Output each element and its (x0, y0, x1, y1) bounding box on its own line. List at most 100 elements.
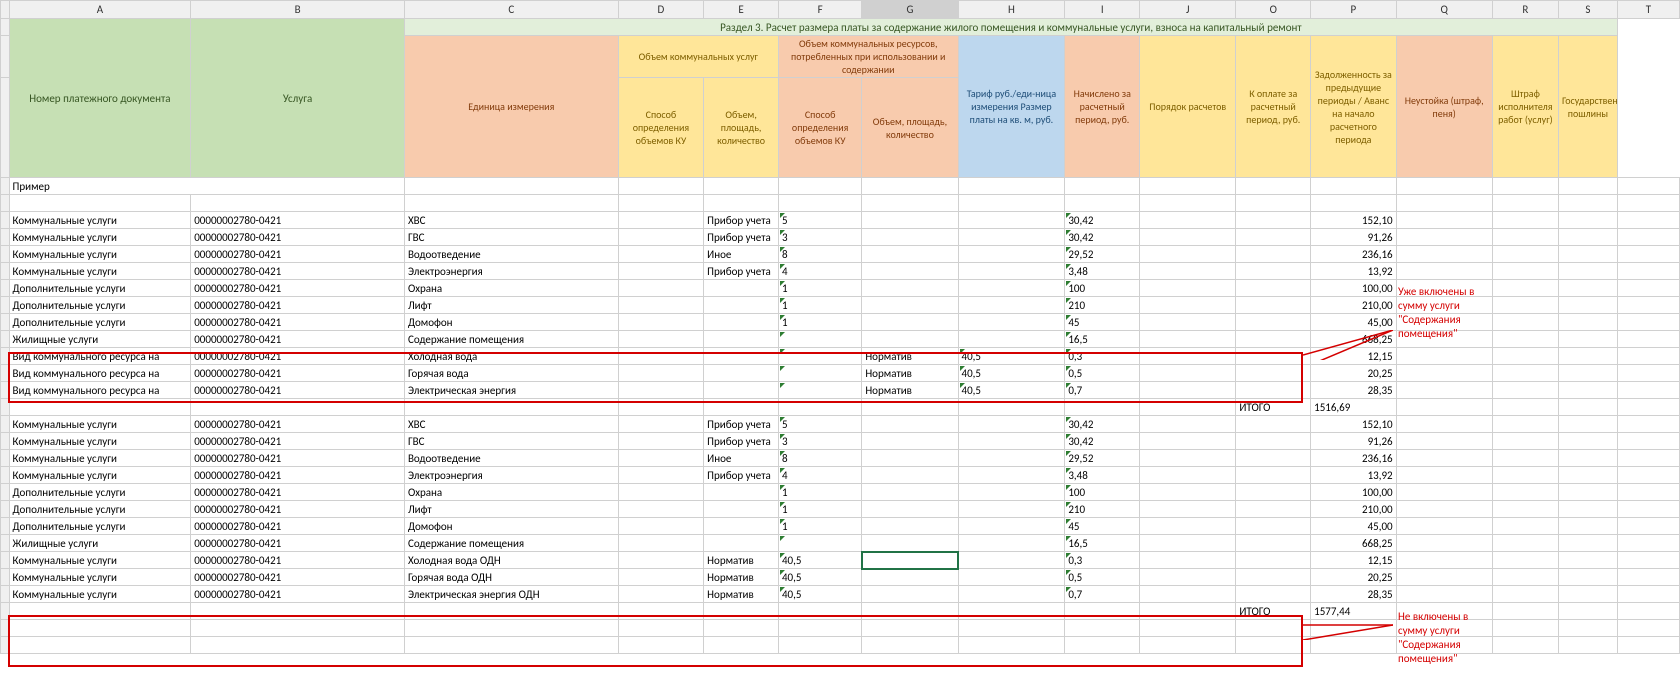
cell-tariff[interactable]: 0,5 (1065, 365, 1140, 382)
cell-tariff[interactable]: 0,5 (1065, 569, 1140, 586)
cell-vol[interactable]: 5 (778, 416, 861, 433)
cell-tariff[interactable]: 29,52 (1065, 246, 1140, 263)
row-header[interactable] (1, 501, 10, 518)
cell-method[interactable] (704, 365, 779, 382)
cell-vol-kr[interactable] (958, 569, 1065, 586)
cell-order[interactable] (1236, 280, 1311, 297)
row-header[interactable] (1, 467, 10, 484)
table-row[interactable]: Коммунальные услуги00000002780-0421ХВСПр… (1, 416, 1680, 433)
cell-unit[interactable] (618, 416, 703, 433)
cell-service[interactable]: Содержание помещения (404, 535, 618, 552)
cell-tariff[interactable]: 3,48 (1065, 263, 1140, 280)
cell-category[interactable]: Коммунальные услуги (9, 263, 191, 280)
cell-doc[interactable]: 00000002780-0421 (191, 484, 405, 501)
cell-service[interactable]: Содержание помещения (404, 331, 618, 348)
col-header[interactable]: G (862, 1, 958, 19)
cell-method-kr[interactable] (862, 416, 958, 433)
cell-method-kr[interactable] (862, 501, 958, 518)
cell-unit[interactable] (618, 280, 703, 297)
cell-unit[interactable] (618, 518, 703, 535)
cell-method[interactable] (704, 518, 779, 535)
cell-doc[interactable]: 00000002780-0421 (191, 535, 405, 552)
total-label[interactable]: ИТОГО (1236, 603, 1311, 620)
row-header[interactable] (1, 36, 10, 78)
table-row[interactable]: Коммунальные услуги00000002780-0421Водоо… (1, 246, 1680, 263)
cell-vol[interactable]: 5 (778, 212, 861, 229)
cell-doc[interactable]: 00000002780-0421 (191, 348, 405, 365)
cell-vol-kr[interactable] (958, 314, 1065, 331)
table-row[interactable]: Коммунальные услуги00000002780-0421Горяч… (1, 569, 1680, 586)
cell-vol[interactable] (778, 365, 861, 382)
cell-vol[interactable]: 4 (778, 263, 861, 280)
cell-accrued[interactable] (1140, 331, 1236, 348)
cell-pay[interactable]: 91,26 (1311, 433, 1396, 450)
cell-method[interactable]: Иное (704, 246, 779, 263)
cell-vol-kr[interactable] (958, 552, 1065, 569)
cell-accrued[interactable] (1140, 501, 1236, 518)
cell-order[interactable] (1236, 331, 1311, 348)
cell-order[interactable] (1236, 450, 1311, 467)
row-header[interactable] (1, 297, 10, 314)
cell-service[interactable]: Водоотведение (404, 450, 618, 467)
cell-service[interactable]: Горячая вода (404, 365, 618, 382)
row-header[interactable] (1, 331, 10, 348)
cell-tariff[interactable]: 30,42 (1065, 433, 1140, 450)
cell-method[interactable] (704, 314, 779, 331)
cell-service[interactable]: ГВС (404, 433, 618, 450)
cell-service[interactable]: Домофон (404, 314, 618, 331)
cell-vol-kr[interactable] (958, 484, 1065, 501)
cell-method-kr[interactable] (862, 212, 958, 229)
row-header[interactable] (1, 603, 10, 620)
cell-vol[interactable]: 1 (778, 518, 861, 535)
cell-tariff[interactable]: 16,5 (1065, 331, 1140, 348)
col-header[interactable]: I (1065, 1, 1140, 19)
table-row[interactable]: Коммунальные услуги00000002780-0421Холод… (1, 552, 1680, 569)
cell-category[interactable]: Дополнительные услуги (9, 314, 191, 331)
cell-method-kr[interactable]: Норматив (862, 348, 958, 365)
col-header[interactable]: Q (1396, 1, 1492, 19)
row-header[interactable] (1, 78, 10, 178)
row-header[interactable] (1, 399, 10, 416)
col-header[interactable]: H (958, 1, 1065, 19)
cell-service[interactable]: ХВС (404, 416, 618, 433)
cell-method-kr[interactable] (862, 246, 958, 263)
cell-pay[interactable]: 91,26 (1311, 229, 1396, 246)
cell-unit[interactable] (618, 263, 703, 280)
cell-category[interactable]: Коммунальные услуги (9, 467, 191, 484)
cell-category[interactable]: Коммунальные услуги (9, 450, 191, 467)
cell-accrued[interactable] (1140, 382, 1236, 399)
table-row[interactable]: Жилищные услуги00000002780-0421Содержани… (1, 535, 1680, 552)
cell-category[interactable]: Коммунальные услуги (9, 586, 191, 603)
cell-doc[interactable]: 00000002780-0421 (191, 365, 405, 382)
cell-accrued[interactable] (1140, 229, 1236, 246)
cell-vol-kr[interactable]: 40,5 (958, 382, 1065, 399)
row-header[interactable] (1, 19, 10, 36)
cell-vol[interactable]: 40,5 (778, 569, 861, 586)
cell-method-kr[interactable] (862, 314, 958, 331)
table-row[interactable]: Коммунальные услуги00000002780-0421Элект… (1, 467, 1680, 484)
cell-tariff[interactable]: 29,52 (1065, 450, 1140, 467)
cell-pay[interactable]: 12,15 (1311, 552, 1396, 569)
cell-unit[interactable] (618, 365, 703, 382)
cell-method-kr[interactable] (862, 297, 958, 314)
cell-doc[interactable]: 00000002780-0421 (191, 314, 405, 331)
table-row[interactable]: Дополнительные услуги00000002780-0421Дом… (1, 518, 1680, 535)
cell-vol-kr[interactable]: 40,5 (958, 348, 1065, 365)
cell-unit[interactable] (618, 297, 703, 314)
cell-pay[interactable]: 210,00 (1311, 297, 1396, 314)
cell-vol-kr[interactable] (958, 535, 1065, 552)
total-value[interactable]: 1516,69 (1311, 399, 1396, 416)
cell-category[interactable]: Жилищные услуги (9, 331, 191, 348)
cell-order[interactable] (1236, 246, 1311, 263)
cell-method-kr[interactable] (862, 535, 958, 552)
cell-tariff[interactable]: 0,7 (1065, 382, 1140, 399)
cell-vol[interactable] (778, 331, 861, 348)
cell-tariff[interactable]: 16,5 (1065, 535, 1140, 552)
cell-method[interactable]: Прибор учета (704, 416, 779, 433)
cell-service[interactable]: Холодная вода ОДН (404, 552, 618, 569)
cell-pay[interactable]: 100,00 (1311, 280, 1396, 297)
cell-doc[interactable]: 00000002780-0421 (191, 331, 405, 348)
table-row[interactable]: Вид коммунального ресурса на00000002780-… (1, 348, 1680, 365)
cell-pay[interactable]: 12,15 (1311, 348, 1396, 365)
cell-accrued[interactable] (1140, 263, 1236, 280)
